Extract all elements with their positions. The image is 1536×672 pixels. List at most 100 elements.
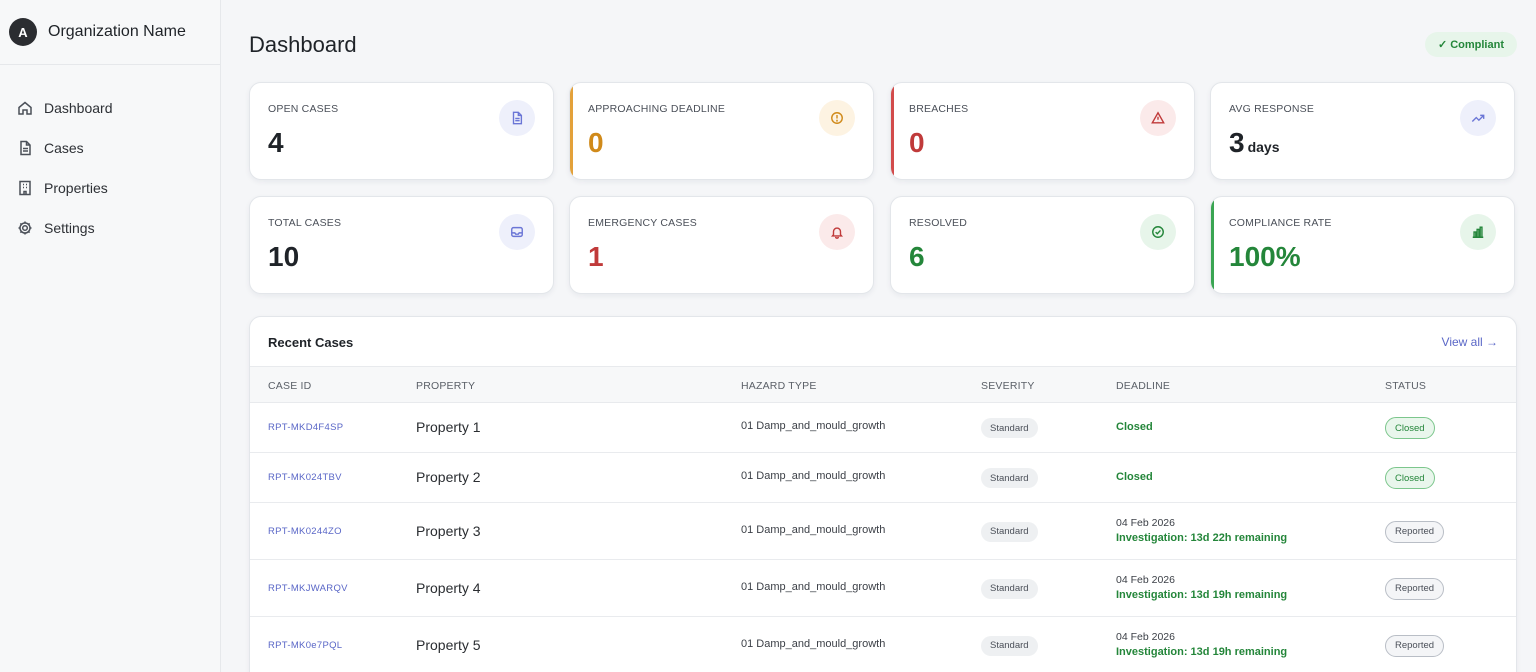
stat-card-open-cases[interactable]: OPEN CASES 4 bbox=[249, 82, 554, 180]
inbox-icon bbox=[499, 214, 535, 250]
stat-number: 10 bbox=[268, 241, 300, 272]
stat-label: AVG RESPONSE bbox=[1229, 103, 1315, 115]
column-header-property[interactable]: PROPERTY bbox=[416, 380, 475, 392]
hazard-type-cell: 01 Damp_and_mould_growth bbox=[741, 523, 886, 536]
stat-number: 1 bbox=[588, 241, 604, 272]
deadline-remaining: Investigation: 13d 19h remaining bbox=[1116, 645, 1288, 658]
table-row[interactable]: RPT-MKD4F4SP Property 1 01 Damp_and_mould_… bbox=[250, 403, 1516, 453]
sidebar-item-label: Settings bbox=[44, 220, 95, 236]
table-row[interactable]: RPT-MK0244ZO Property 3 01 Damp_and_mould_… bbox=[250, 503, 1516, 560]
stat-value: 1 bbox=[588, 241, 604, 273]
stat-number: 0 bbox=[909, 127, 925, 158]
view-all-link[interactable]: View all → bbox=[1442, 335, 1498, 349]
status-badge: Closed bbox=[1385, 417, 1435, 439]
table-row[interactable]: RPT-MK024TBV Property 2 01 Damp_and_mould_… bbox=[250, 453, 1516, 503]
stat-value: 0 bbox=[909, 127, 925, 159]
hazard-type-cell: 01 Damp_and_mould_growth bbox=[741, 637, 886, 650]
recent-cases-title: Recent Cases bbox=[268, 335, 354, 350]
sidebar-item-dashboard[interactable]: Dashboard bbox=[0, 88, 220, 128]
case-id-link[interactable]: RPT-MKD4F4SP bbox=[268, 422, 343, 433]
column-header-case-id[interactable]: CASE ID bbox=[268, 380, 311, 392]
warning-icon bbox=[1140, 100, 1176, 136]
org-avatar: A bbox=[9, 18, 37, 46]
document-icon bbox=[17, 140, 33, 156]
stat-card-avg-response[interactable]: AVG RESPONSE 3 days bbox=[1210, 82, 1515, 180]
deadline-cell: Closed bbox=[1116, 421, 1153, 433]
stat-card-compliance-rate[interactable]: COMPLIANCE RATE 100% bbox=[1210, 196, 1515, 294]
building-icon bbox=[17, 180, 33, 196]
deadline-cell: Closed bbox=[1116, 471, 1153, 483]
deadline-cell: 04 Feb 2026 Investigation: 13d 19h remain… bbox=[1116, 631, 1287, 658]
table-row[interactable]: RPT-MK0e7PQL Property 5 01 Damp_and_mould_… bbox=[250, 617, 1516, 672]
deadline-cell: 04 Feb 2026 Investigation: 13d 19h remain… bbox=[1116, 574, 1287, 601]
severity-badge: Standard bbox=[981, 635, 1038, 656]
case-id-link[interactable]: RPT-MK0244ZO bbox=[268, 526, 342, 537]
stat-card-total-cases[interactable]: TOTAL CASES 10 bbox=[249, 196, 554, 294]
stat-label: TOTAL CASES bbox=[268, 217, 342, 229]
table-header: CASE ID PROPERTY HAZARD TYPE SEVERITY DE… bbox=[250, 366, 1516, 403]
property-cell: Property 3 bbox=[416, 522, 481, 539]
sidebar-nav: Dashboard Cases Properties Settings bbox=[0, 65, 220, 248]
org-name: Organization Name bbox=[48, 23, 186, 40]
recent-cases-panel: Recent Cases View all → CASE ID PROPERTY… bbox=[249, 316, 1517, 672]
sidebar-item-settings[interactable]: Settings bbox=[0, 208, 220, 248]
table-row[interactable]: RPT-MKJWARQV Property 4 01 Damp_and_mould_… bbox=[250, 560, 1516, 617]
bar-chart-icon bbox=[1460, 214, 1496, 250]
case-id-link[interactable]: RPT-MK024TBV bbox=[268, 472, 342, 483]
sidebar-item-label: Properties bbox=[44, 180, 108, 196]
stat-card-resolved[interactable]: RESOLVED 6 bbox=[890, 196, 1195, 294]
trend-up-icon bbox=[1460, 100, 1496, 136]
status-badge: Reported bbox=[1385, 520, 1445, 543]
document-icon bbox=[499, 100, 535, 136]
property-cell: Property 4 bbox=[416, 579, 481, 596]
stat-number: 4 bbox=[268, 127, 284, 158]
hazard-type-cell: 01 Damp_and_mould_growth bbox=[741, 420, 886, 432]
status-badge: Closed bbox=[1385, 467, 1435, 489]
property-cell: Property 2 bbox=[416, 469, 481, 485]
stat-label: APPROACHING DEADLINE bbox=[588, 103, 726, 115]
case-id-link[interactable]: RPT-MKJWARQV bbox=[268, 583, 348, 594]
deadline-date: 04 Feb 2026 bbox=[1116, 630, 1175, 643]
deadline-cell: 04 Feb 2026 Investigation: 13d 22h remain… bbox=[1116, 517, 1287, 544]
stat-value: 4 bbox=[268, 127, 284, 159]
sidebar-item-properties[interactable]: Properties bbox=[0, 168, 220, 208]
org-header[interactable]: A Organization Name bbox=[0, 0, 220, 65]
page-title: Dashboard bbox=[249, 32, 357, 57]
stat-value: 6 bbox=[909, 241, 925, 273]
column-header-severity[interactable]: SEVERITY bbox=[981, 380, 1035, 392]
property-cell: Property 1 bbox=[416, 419, 481, 435]
clock-icon bbox=[819, 100, 855, 136]
severity-badge: Standard bbox=[981, 521, 1038, 542]
sidebar-item-label: Dashboard bbox=[44, 100, 113, 116]
column-header-status[interactable]: STATUS bbox=[1385, 380, 1426, 392]
stat-label: EMERGENCY CASES bbox=[588, 217, 697, 229]
stat-number: 6 bbox=[909, 241, 925, 272]
case-id-link[interactable]: RPT-MK0e7PQL bbox=[268, 640, 342, 651]
stat-label: COMPLIANCE RATE bbox=[1229, 217, 1332, 229]
stat-value: 3 days bbox=[1229, 127, 1280, 159]
gear-icon bbox=[17, 220, 33, 236]
card-accent-bar bbox=[891, 83, 894, 179]
stat-label: BREACHES bbox=[909, 103, 969, 115]
check-circle-icon bbox=[1140, 214, 1176, 250]
stat-number: 3 bbox=[1229, 127, 1245, 158]
stat-card-emergency-cases[interactable]: EMERGENCY CASES 1 bbox=[569, 196, 874, 294]
stat-card-breaches[interactable]: BREACHES 0 bbox=[890, 82, 1195, 180]
bell-icon bbox=[819, 214, 855, 250]
sidebar-item-cases[interactable]: Cases bbox=[0, 128, 220, 168]
sidebar: A Organization Name Dashboard Cases Prop… bbox=[0, 0, 221, 672]
severity-badge: Standard bbox=[981, 578, 1038, 599]
stat-card-approaching-deadline[interactable]: APPROACHING DEADLINE 0 bbox=[569, 82, 874, 180]
status-badge: Reported bbox=[1385, 634, 1445, 657]
column-header-deadline[interactable]: DEADLINE bbox=[1116, 380, 1170, 392]
property-cell: Property 5 bbox=[416, 636, 481, 653]
hazard-type-cell: 01 Damp_and_mould_growth bbox=[741, 470, 886, 482]
column-header-hazard-type[interactable]: HAZARD TYPE bbox=[741, 380, 817, 392]
deadline-date: 04 Feb 2026 bbox=[1116, 573, 1175, 586]
deadline-date: 04 Feb 2026 bbox=[1116, 516, 1175, 529]
stat-number: 100% bbox=[1229, 241, 1301, 272]
card-accent-bar bbox=[570, 83, 573, 179]
sidebar-item-label: Cases bbox=[44, 140, 84, 156]
card-accent-bar bbox=[1211, 197, 1214, 293]
deadline-remaining: Investigation: 13d 22h remaining bbox=[1116, 531, 1288, 544]
